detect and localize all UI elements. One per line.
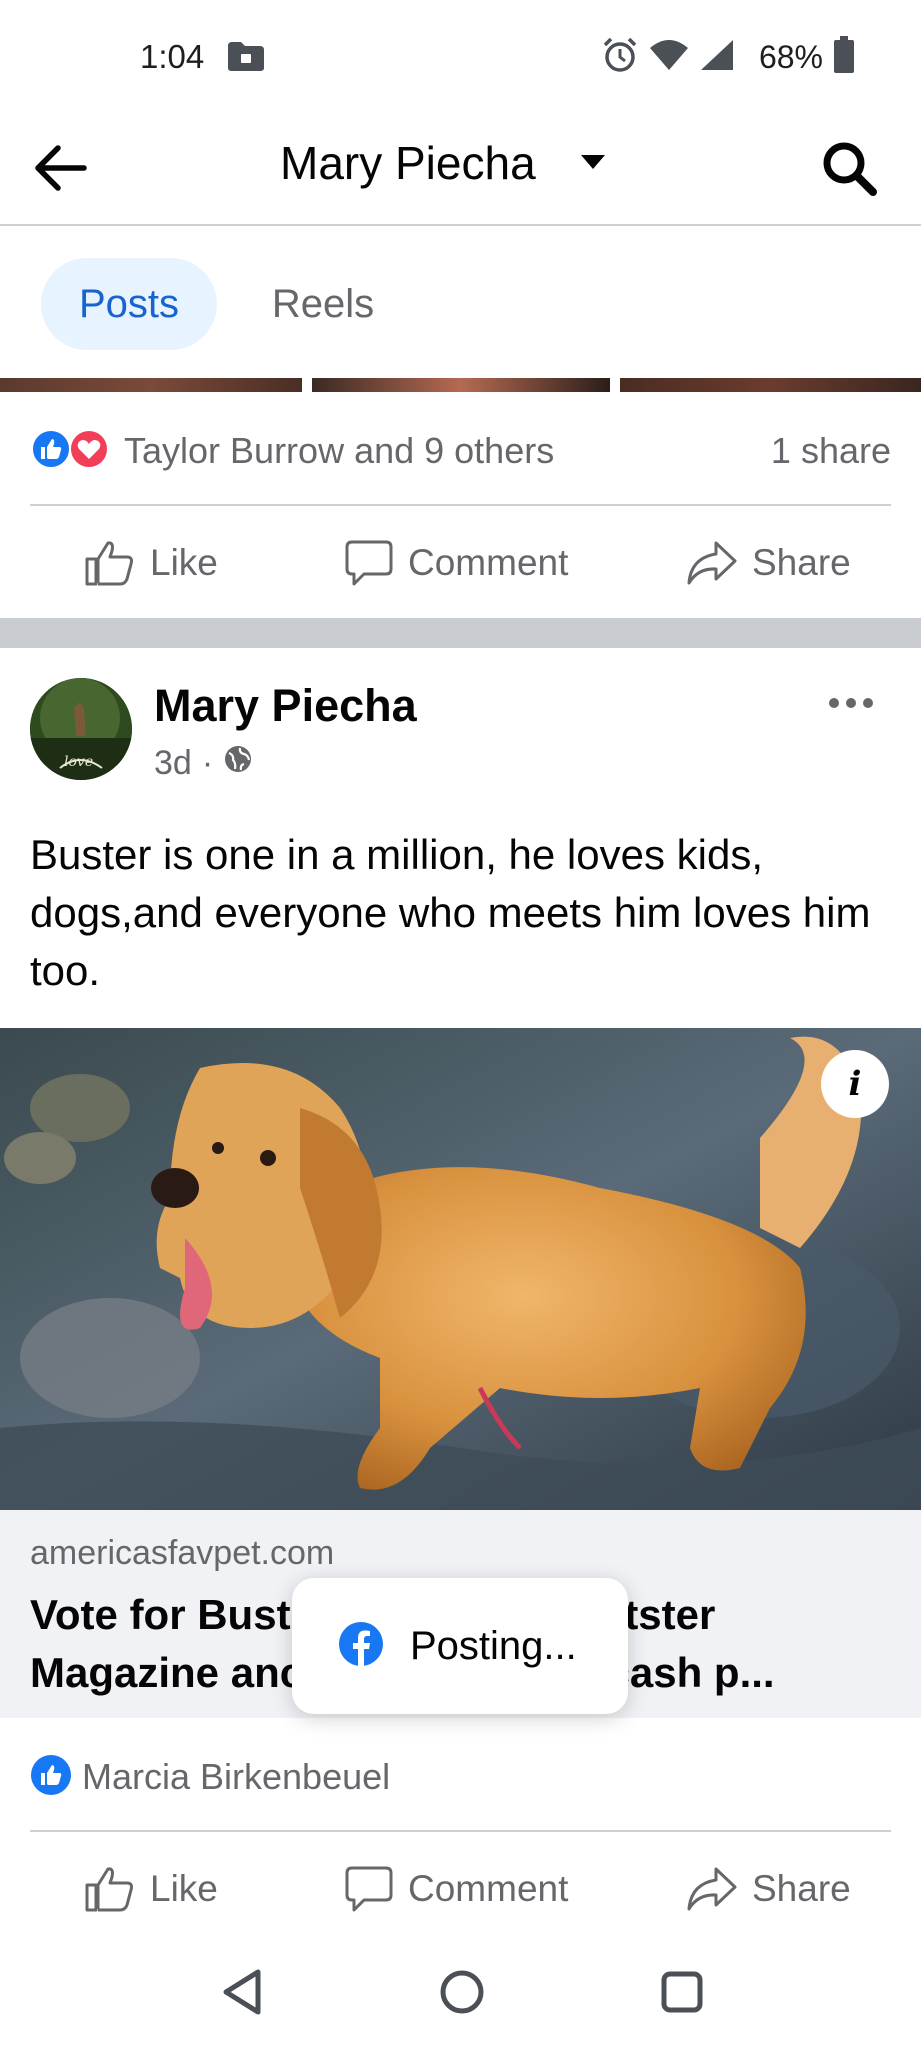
- alarm-icon: [601, 36, 639, 79]
- nav-home-button[interactable]: [432, 1962, 492, 2022]
- share-label: Share: [752, 1868, 851, 1909]
- battery-icon: [833, 36, 855, 79]
- back-arrow-icon: [35, 145, 87, 191]
- like-label: Like: [150, 1868, 218, 1909]
- profile-tabs: Posts Reels: [0, 228, 921, 378]
- like-label: Like: [150, 542, 218, 583]
- comment-icon: [345, 540, 393, 586]
- like-button[interactable]: Like: [84, 1834, 218, 1944]
- share-count[interactable]: 1 share: [771, 430, 891, 472]
- comment-icon: [345, 1866, 393, 1912]
- feed-separator: [0, 618, 921, 648]
- circle-home-icon: [440, 1970, 484, 2014]
- like-reaction-icon: [30, 1754, 72, 1801]
- post-actions: Like Comment Share: [0, 1834, 921, 1944]
- like-reaction-icon: [31, 429, 71, 469]
- facebook-icon: [338, 1621, 384, 1672]
- signal-icon: [699, 38, 735, 77]
- comment-button[interactable]: Comment: [344, 508, 568, 618]
- share-icon: [687, 1867, 737, 1911]
- search-button[interactable]: [817, 136, 881, 200]
- tab-reels[interactable]: Reels: [230, 258, 416, 350]
- avatar[interactable]: love: [30, 678, 132, 780]
- share-button[interactable]: Share: [686, 1834, 851, 1944]
- likes-text[interactable]: Marcia Birkenbeuel: [82, 1756, 390, 1798]
- caret-down-icon[interactable]: [580, 154, 606, 175]
- status-bar: 1:04 68%: [0, 0, 921, 110]
- folder-icon: [226, 40, 266, 77]
- previous-post-images[interactable]: [0, 378, 921, 392]
- tab-posts[interactable]: Posts: [41, 258, 217, 350]
- avatar-text: love: [64, 754, 93, 770]
- comment-label: Comment: [408, 542, 569, 583]
- page-title[interactable]: Mary Piecha: [280, 136, 536, 190]
- divider: [30, 1830, 891, 1832]
- status-icons: 68%: [601, 36, 855, 79]
- share-button[interactable]: Share: [686, 508, 851, 618]
- post-meta: 3d ·: [154, 744, 253, 783]
- info-icon: i: [848, 1064, 862, 1104]
- share-icon: [687, 541, 737, 585]
- share-label: Share: [752, 542, 851, 583]
- status-time: 1:04: [140, 38, 205, 75]
- comment-label: Comment: [408, 1868, 569, 1909]
- battery-percent: 68%: [758, 39, 823, 75]
- triangle-back-icon: [223, 1969, 261, 2015]
- posting-text: Posting...: [410, 1623, 577, 1668]
- reactions-summary[interactable]: Taylor Burrow and 9 others 1 share: [0, 400, 921, 500]
- info-button[interactable]: i: [821, 1050, 889, 1118]
- thumbs-up-icon: [85, 1867, 133, 1912]
- love-reaction-icon: [69, 429, 109, 469]
- back-button[interactable]: [30, 138, 90, 198]
- post-author[interactable]: Mary Piecha: [154, 680, 417, 732]
- nav-recents-button[interactable]: [652, 1962, 712, 2022]
- meta-separator: ·: [201, 744, 214, 782]
- reaction-icons: [30, 428, 110, 470]
- globe-icon: [223, 744, 253, 783]
- comment-button[interactable]: Comment: [344, 1834, 568, 1944]
- link-domain: americasfavpet.com: [30, 1534, 335, 1572]
- search-icon: [823, 142, 877, 196]
- reactions-text[interactable]: Taylor Burrow and 9 others: [124, 430, 554, 472]
- post-actions: Like Comment Share: [0, 508, 921, 618]
- thumbs-up-icon: [85, 541, 133, 586]
- post-image[interactable]: i: [0, 1028, 921, 1510]
- like-button[interactable]: Like: [84, 508, 218, 618]
- more-options-button[interactable]: [821, 688, 881, 718]
- likes-summary[interactable]: Marcia Birkenbeuel: [0, 1718, 921, 1828]
- more-icon: [829, 698, 873, 708]
- post-text: Buster is one in a million, he loves kid…: [30, 831, 871, 994]
- post-time[interactable]: 3d: [154, 744, 192, 783]
- posting-toast: Posting...: [292, 1578, 628, 1714]
- divider: [30, 504, 891, 506]
- nav-back-button[interactable]: [212, 1962, 272, 2022]
- system-nav-bar: [0, 1940, 921, 2048]
- square-recents-icon: [661, 1971, 703, 2013]
- wifi-icon: [649, 38, 689, 77]
- post-header: love Mary Piecha 3d ·: [0, 648, 921, 798]
- profile-header: Mary Piecha: [0, 110, 921, 226]
